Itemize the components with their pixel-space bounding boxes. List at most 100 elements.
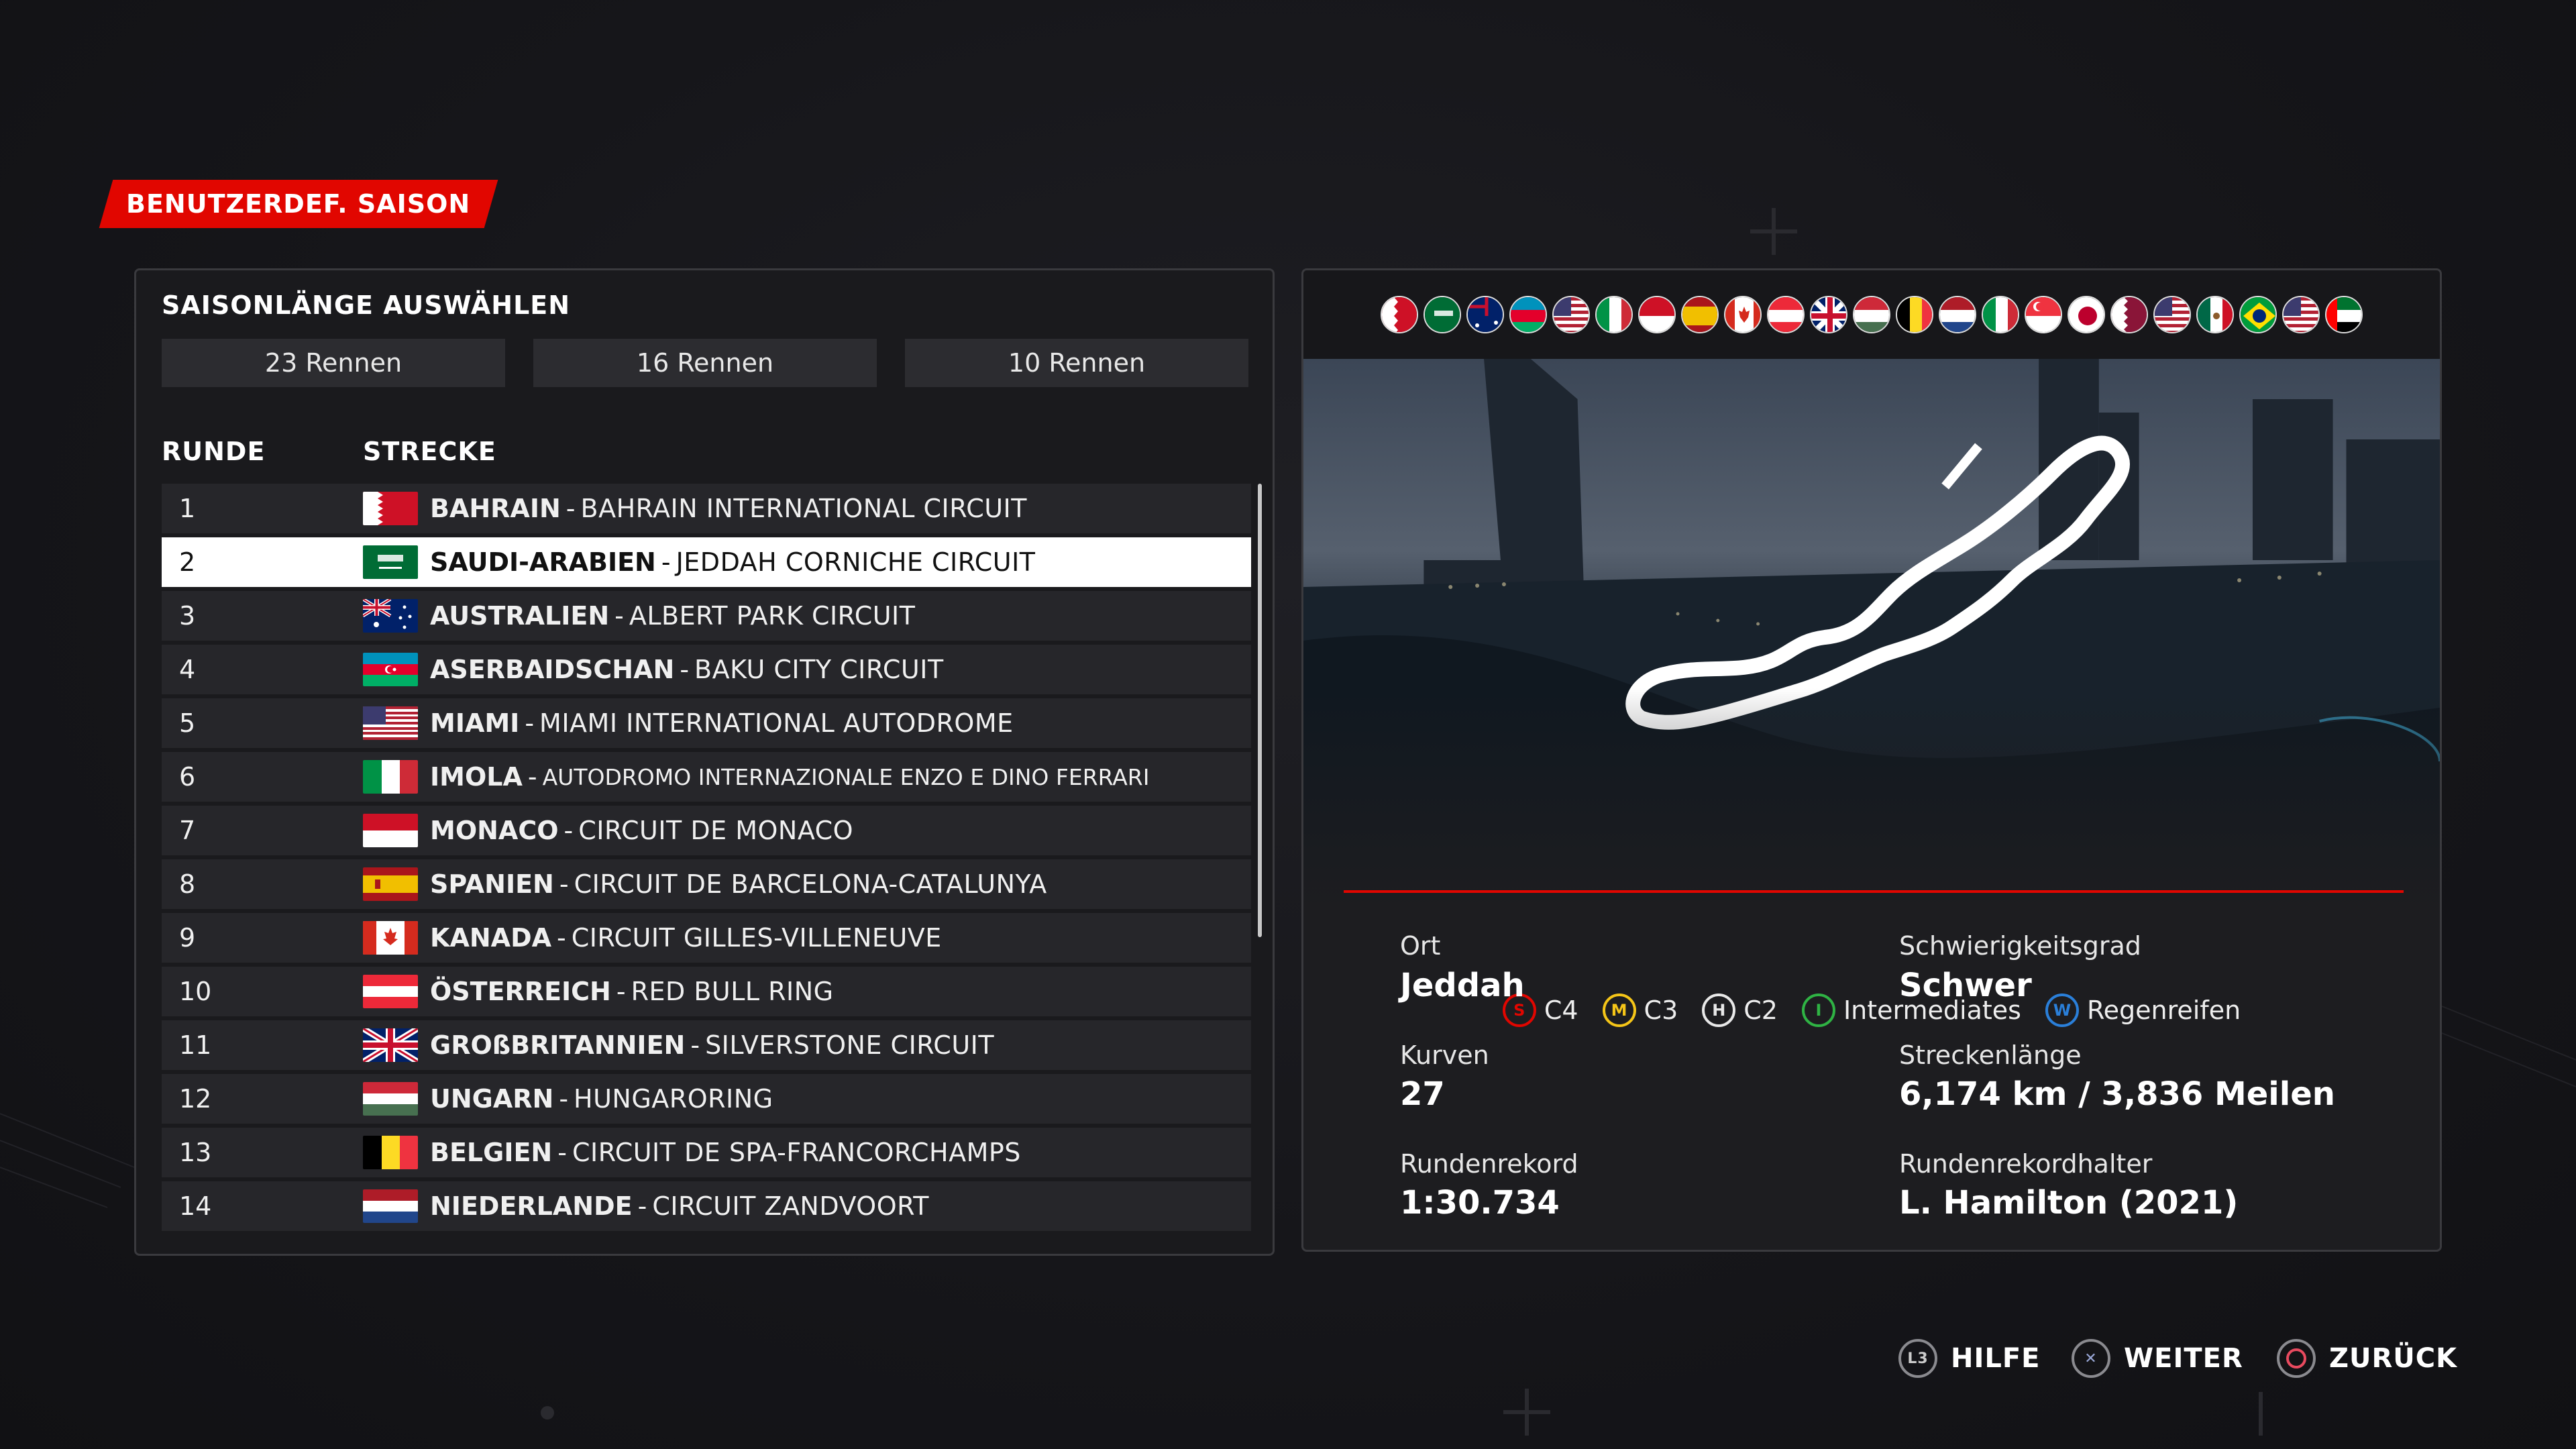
- list-scrollbar[interactable]: [1258, 484, 1262, 937]
- back-button[interactable]: ZURÜCK: [2277, 1339, 2457, 1378]
- separator: -: [690, 1030, 700, 1060]
- difficulty-label: Schwierigkeitsgrad: [1899, 931, 2141, 961]
- usa-flag-icon[interactable]: [1552, 296, 1590, 333]
- separator: -: [637, 1191, 647, 1221]
- season-length-23-button[interactable]: 23 Rennen: [162, 339, 505, 387]
- country-name: KANADA: [430, 923, 552, 953]
- help-label: HILFE: [1951, 1343, 2041, 1374]
- round-number: 1: [179, 494, 196, 523]
- season-length-10-button[interactable]: 10 Rennen: [905, 339, 1248, 387]
- circuit-name: ALBERT PARK CIRCUIT: [629, 601, 916, 631]
- australia-flag-icon[interactable]: [1466, 296, 1504, 333]
- circuit-name: CIRCUIT DE BARCELONA-CATALUNYA: [574, 869, 1047, 899]
- calendar-row[interactable]: 14 NIEDERLANDE - CIRCUIT ZANDVOORT: [162, 1181, 1251, 1231]
- monaco-flag-icon: [363, 814, 418, 847]
- spain-flag-icon: [363, 867, 418, 901]
- separator: -: [557, 1138, 567, 1167]
- round-number: 5: [179, 708, 196, 738]
- calendar-row[interactable]: 11 GROßBRITANNIEN - SILVERSTONE CIRCUIT: [162, 1020, 1251, 1070]
- calendar-row-selected[interactable]: 2 SAUDI-ARABIEN - JEDDAH CORNICHE CIRCUI…: [162, 537, 1251, 587]
- lap-record-holder-value: L. Hamilton (2021): [1899, 1184, 2239, 1222]
- mexico-flag-icon[interactable]: [2196, 296, 2234, 333]
- country-name: GROßBRITANNIEN: [430, 1030, 686, 1060]
- calendar-row[interactable]: 10 ÖSTERREICH - RED BULL RING: [162, 967, 1251, 1016]
- season-length-16-button[interactable]: 16 Rennen: [533, 339, 877, 387]
- difficulty-value: Schwer: [1899, 967, 2032, 1004]
- qatar-flag-icon[interactable]: [2110, 296, 2148, 333]
- section-divider: [1344, 890, 2404, 893]
- austria-flag-icon: [363, 975, 418, 1008]
- separator: -: [564, 816, 574, 845]
- tyre-wet-label: Regenreifen: [2086, 996, 2241, 1025]
- belgium-flag-icon: [363, 1136, 418, 1169]
- calendar-row[interactable]: 8 SPANIEN - CIRCUIT DE BARCELONA-CATALUN…: [162, 859, 1251, 909]
- round-number: 9: [179, 923, 196, 953]
- help-button[interactable]: L3 HILFE: [1898, 1339, 2041, 1378]
- uk-flag-icon[interactable]: [1810, 296, 1847, 333]
- monaco-flag-icon[interactable]: [1638, 296, 1676, 333]
- italy-flag-icon: [363, 760, 418, 794]
- calendar-row[interactable]: 7 MONACO - CIRCUIT DE MONACO: [162, 806, 1251, 855]
- calendar-row[interactable]: 9 KANADA - CIRCUIT GILLES-VILLENEUVE: [162, 913, 1251, 963]
- cross-button-icon: ✕: [2072, 1339, 2110, 1378]
- calendar-list: 1 BAHRAIN - BAHRAIN INTERNATIONAL CIRCUI…: [162, 484, 1251, 1235]
- round-number: 6: [179, 762, 196, 792]
- lap-record-label: Rundenrekord: [1400, 1149, 1578, 1179]
- hungary-flag-icon[interactable]: [1853, 296, 1890, 333]
- calendar-row[interactable]: 6 IMOLA - AUTODROMO INTERNAZIONALE ENZO …: [162, 752, 1251, 802]
- belgium-flag-icon[interactable]: [1896, 296, 1933, 333]
- location-label: Ort: [1400, 931, 1441, 961]
- location-value: Jeddah: [1400, 967, 1525, 1004]
- circuit-name: RED BULL RING: [631, 977, 834, 1006]
- saudi-flag-icon[interactable]: [1424, 296, 1461, 333]
- brazil-flag-icon[interactable]: [2239, 296, 2277, 333]
- calendar-row[interactable]: 5 MIAMI - MIAMI INTERNATIONAL AUTODROME: [162, 698, 1251, 748]
- round-number: 4: [179, 655, 196, 684]
- circuit-name: CIRCUIT GILLES-VILLENEUVE: [571, 923, 942, 953]
- usa-flag-icon[interactable]: [2153, 296, 2191, 333]
- circuit-name: HUNGARORING: [574, 1084, 773, 1114]
- singapore-flag-icon[interactable]: [2025, 296, 2062, 333]
- azerbaijan-flag-icon[interactable]: [1509, 296, 1547, 333]
- tyre-hard-icon: H: [1702, 994, 1736, 1027]
- lap-record-value: 1:30.734: [1400, 1184, 1560, 1222]
- turns-value: 27: [1400, 1075, 1445, 1113]
- austria-flag-icon[interactable]: [1767, 296, 1805, 333]
- spain-flag-icon[interactable]: [1681, 296, 1719, 333]
- circuit-name: CIRCUIT DE MONACO: [578, 816, 854, 845]
- calendar-row[interactable]: 3 AUSTRALIEN - ALBERT PARK CIRCUIT: [162, 591, 1251, 641]
- italy-flag-icon[interactable]: [1595, 296, 1633, 333]
- continue-button[interactable]: ✕ WEITER: [2072, 1339, 2243, 1378]
- canada-flag-icon[interactable]: [1724, 296, 1762, 333]
- calendar-row[interactable]: 13 BELGIEN - CIRCUIT DE SPA-FRANCORCHAMP…: [162, 1128, 1251, 1177]
- bahrain-flag-icon[interactable]: [1381, 296, 1418, 333]
- circuit-name: BAHRAIN INTERNATIONAL CIRCUIT: [580, 494, 1027, 523]
- hungary-flag-icon: [363, 1082, 418, 1116]
- season-mode-tag: BENUTZERDEF. SAISON: [99, 180, 498, 228]
- calendar-row[interactable]: 4 ASERBAIDSCHAN - BAKU CITY CIRCUIT: [162, 645, 1251, 694]
- circuit-name: CIRCUIT DE SPA-FRANCORCHAMPS: [572, 1138, 1021, 1167]
- country-name: SAUDI-ARABIEN: [430, 547, 656, 577]
- usa-flag-icon[interactable]: [2282, 296, 2320, 333]
- tyre-hard-label: C2: [1743, 996, 1778, 1025]
- calendar-row[interactable]: 1 BAHRAIN - BAHRAIN INTERNATIONAL CIRCUI…: [162, 484, 1251, 533]
- italy-flag-icon[interactable]: [1982, 296, 2019, 333]
- uae-flag-icon[interactable]: [2325, 296, 2363, 333]
- uk-flag-icon: [363, 1028, 418, 1062]
- country-name: AUSTRALIEN: [430, 601, 610, 631]
- calendar-flag-strip: [1303, 270, 2440, 359]
- japan-flag-icon[interactable]: [2068, 296, 2105, 333]
- country-name: NIEDERLANDE: [430, 1191, 633, 1221]
- netherlands-flag-icon[interactable]: [1939, 296, 1976, 333]
- separator: -: [557, 923, 566, 953]
- separator: -: [559, 1084, 569, 1114]
- back-label: ZURÜCK: [2329, 1343, 2458, 1374]
- season-mode-label: BENUTZERDEF. SAISON: [126, 189, 471, 219]
- separator: -: [527, 762, 537, 792]
- circuit-name: BAKU CITY CIRCUIT: [694, 655, 944, 684]
- separator: -: [614, 601, 624, 631]
- circuit-name: AUTODROMO INTERNAZIONALE ENZO E DINO FER…: [542, 763, 1150, 790]
- calendar-row[interactable]: 12 UNGARN - HUNGARORING: [162, 1074, 1251, 1124]
- circle-button-icon: [2277, 1339, 2316, 1378]
- circuit-name: CIRCUIT ZANDVOORT: [652, 1191, 929, 1221]
